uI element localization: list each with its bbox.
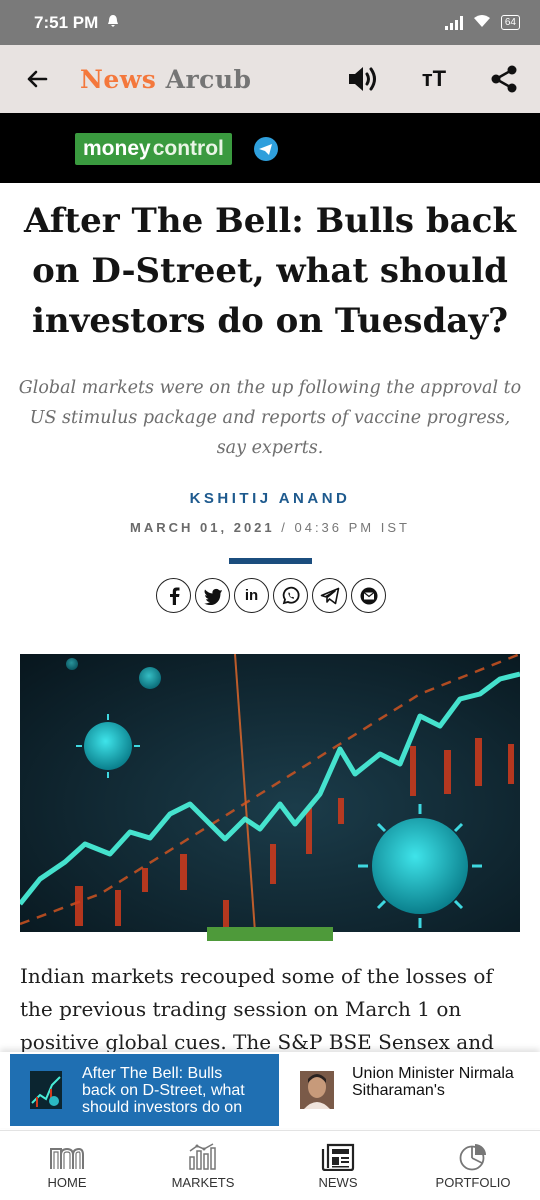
headline-divider xyxy=(229,558,312,564)
share-button[interactable] xyxy=(486,61,522,97)
share-email-button[interactable] xyxy=(351,578,386,613)
status-time: 7:51 PM xyxy=(34,12,99,32)
share-telegram-button[interactable] xyxy=(312,578,347,613)
brand-arcub: Arcub xyxy=(165,64,252,94)
nav-item-news[interactable]: NEWS xyxy=(283,1139,393,1190)
share-row: in xyxy=(156,578,386,613)
status-bar: 7:51 PM 64 xyxy=(0,0,540,45)
related-story-title: Union Minister Nirmala Sitharaman's xyxy=(352,1064,514,1099)
article-date: MARCH 01, 2021 xyxy=(130,520,275,535)
nav-item-markets[interactable]: MARKETS xyxy=(148,1139,258,1190)
app-bar: News Arcub тT xyxy=(0,45,540,113)
related-stories: After The Bell: Bulls back on D-Street, … xyxy=(0,1052,540,1128)
related-story-title: After The Bell: Bulls back on D-Street, … xyxy=(82,1064,245,1116)
author-name[interactable]: KSHITIJ ANAND xyxy=(0,490,540,507)
telegram-icon xyxy=(320,587,339,604)
home-icon xyxy=(50,1147,84,1169)
article-headline: After The Bell: Bulls back on D-Street, … xyxy=(24,201,516,341)
signal-icon xyxy=(444,15,463,30)
back-button[interactable] xyxy=(22,64,52,94)
article-dateline: MARCH 01, 2021 / 04:36 PM IST xyxy=(0,520,540,535)
nav-label-markets: MARKETS xyxy=(171,1175,235,1190)
related-story-thumbnail xyxy=(300,1071,334,1109)
portfolio-icon xyxy=(459,1144,486,1171)
article-body: Indian markets recouped some of the loss… xyxy=(20,964,494,1054)
arrow-left-icon xyxy=(27,70,48,88)
article-time: 04:36 PM IST xyxy=(294,520,410,535)
share-facebook-button[interactable] xyxy=(156,578,191,613)
virus-small-icon xyxy=(139,667,161,689)
text-size-icon: тT xyxy=(421,66,447,91)
date-separator: / xyxy=(274,520,295,535)
nav-label-portfolio: PORTFOLIO xyxy=(435,1175,511,1190)
battery-icon: 64 xyxy=(500,15,520,30)
whatsapp-icon xyxy=(282,586,299,604)
related-story-card[interactable]: Union Minister Nirmala Sitharaman's xyxy=(290,1054,540,1126)
brand-news: News xyxy=(80,64,157,94)
facebook-icon xyxy=(169,587,179,605)
nav-label-news: NEWS xyxy=(318,1175,358,1190)
article-summary: Global markets were on the up following … xyxy=(18,378,522,458)
alarm-icon xyxy=(106,14,120,32)
virus-tiny-icon xyxy=(66,658,78,670)
read-aloud-button[interactable] xyxy=(346,61,382,97)
share-icon xyxy=(491,65,517,93)
linkedin-icon: in xyxy=(244,587,259,604)
email-icon xyxy=(360,587,377,604)
article-hero-image xyxy=(20,654,520,932)
telegram-badge-icon[interactable] xyxy=(253,136,279,162)
app-logo: News Arcub xyxy=(80,65,252,94)
share-whatsapp-button[interactable] xyxy=(273,578,308,613)
share-linkedin-button[interactable]: in xyxy=(234,578,269,613)
stock-chart-virus-illustration xyxy=(20,654,520,932)
wifi-icon xyxy=(473,13,491,32)
moneycontrol-logo: money control xyxy=(75,133,232,165)
nav-item-portfolio[interactable]: PORTFOLIO xyxy=(418,1139,528,1190)
twitter-icon xyxy=(203,588,222,605)
related-story-thumbnail xyxy=(30,1071,62,1109)
status-indicators: 64 xyxy=(444,13,520,32)
share-twitter-button[interactable] xyxy=(195,578,230,613)
news-icon xyxy=(321,1143,355,1171)
text-size-button[interactable]: тT xyxy=(416,61,452,97)
speaker-icon xyxy=(349,67,376,91)
nav-label-home: HOME xyxy=(47,1175,87,1190)
markets-icon xyxy=(189,1143,216,1170)
bottom-navigation: HOME MARKETS NEWS PORTFOLIO xyxy=(0,1130,540,1200)
image-accent-bar xyxy=(207,927,333,941)
related-story-card[interactable]: After The Bell: Bulls back on D-Street, … xyxy=(10,1054,279,1126)
nav-item-home[interactable]: HOME xyxy=(12,1139,122,1190)
